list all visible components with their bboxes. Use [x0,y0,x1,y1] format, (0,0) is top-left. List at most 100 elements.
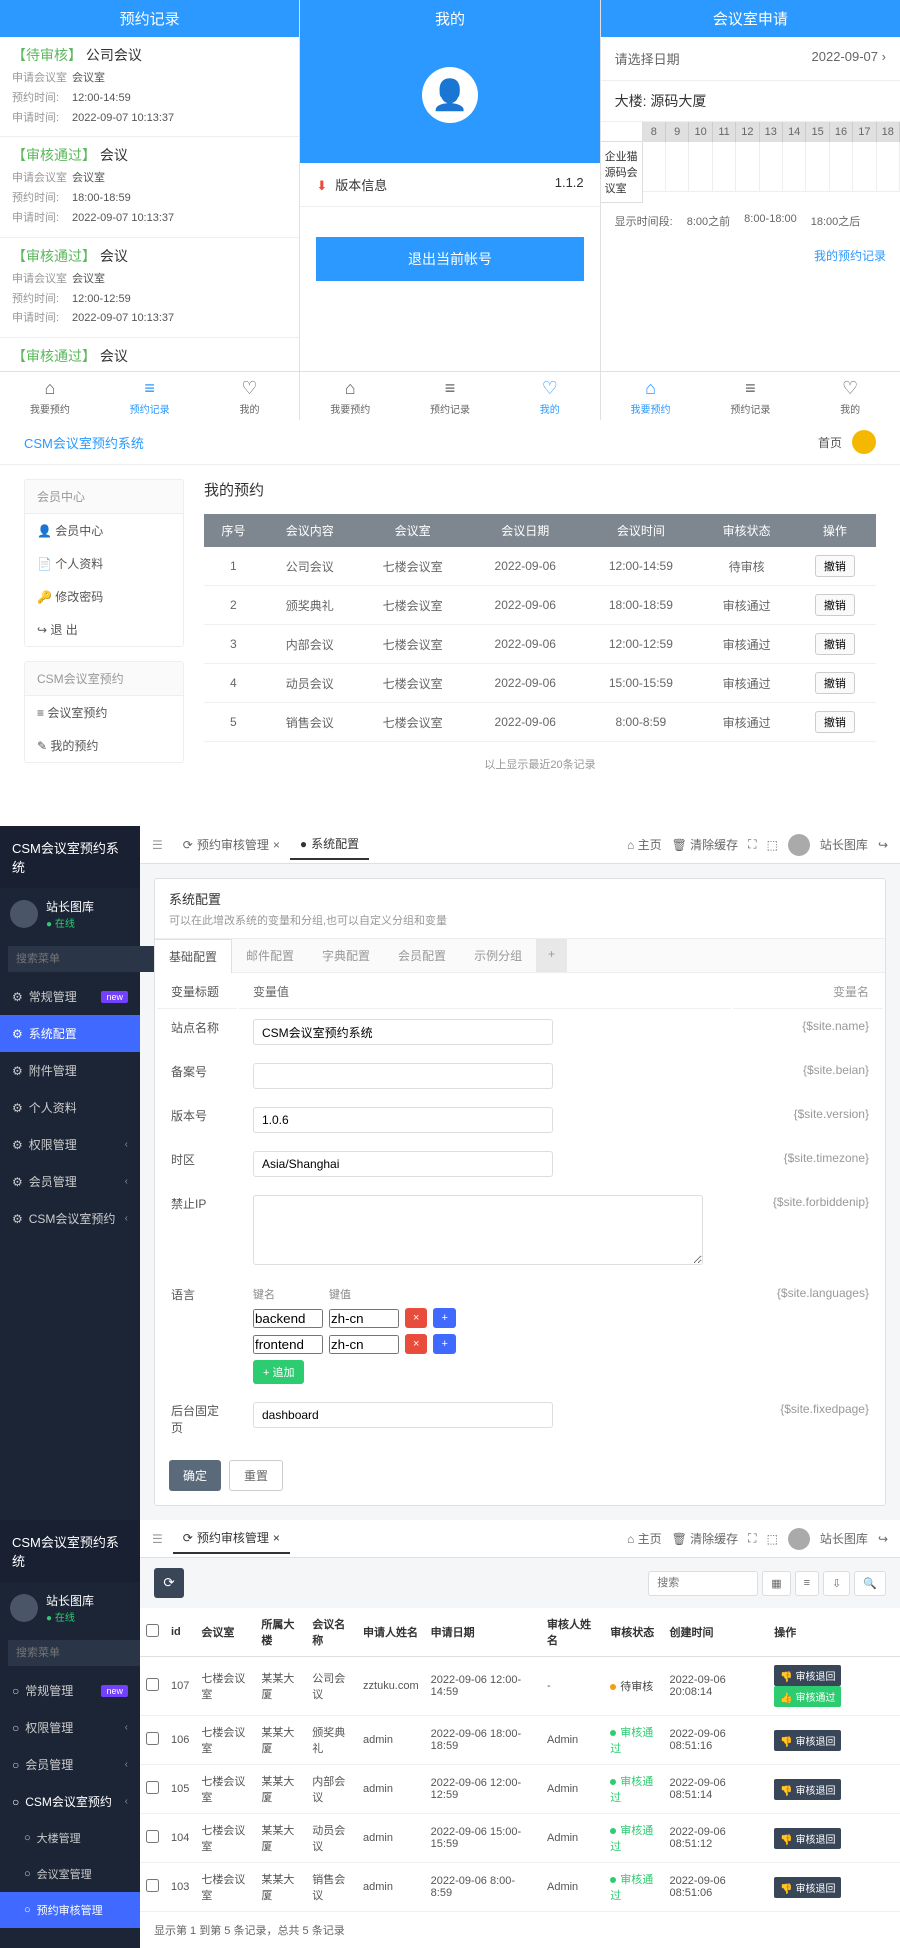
time-slot[interactable] [853,142,876,192]
nav-item[interactable]: ○ 大楼管理 [0,1820,140,1856]
nav-item[interactable]: ⚙ CSM会议室预约‹ [0,1200,140,1237]
sidebar-item[interactable]: 👤 会员中心 [25,514,183,547]
nav-item[interactable]: ≡预约记录 [700,372,800,420]
nav-item[interactable]: ⌂我要预约 [601,372,701,420]
export-button[interactable]: ⇩ [823,1571,850,1596]
nav-item[interactable]: ♡我的 [200,372,300,420]
time-slot[interactable] [877,142,900,192]
revoke-button[interactable]: 撤销 [815,672,855,694]
time-slot[interactable] [666,142,689,192]
config-input[interactable] [253,1402,553,1428]
legend-before[interactable]: 8:00之前 [687,213,730,229]
top-tab[interactable]: ⟳ 预约审核管理 × [173,829,290,860]
search-toggle-button[interactable]: 🔍 [854,1571,886,1596]
my-reservation-link[interactable]: 我的预约记录 [601,239,900,272]
nav-item[interactable]: ⌂我要预约 [0,372,100,420]
close-icon[interactable]: × [273,1531,280,1545]
config-textarea[interactable] [253,1195,703,1265]
config-tab[interactable]: 字典配置 [308,939,384,972]
config-tab[interactable]: 会员配置 [384,939,460,972]
config-tab[interactable]: 基础配置 [155,939,232,973]
user-avatar-icon[interactable] [10,900,38,928]
legend-mid[interactable]: 8:00-18:00 [744,213,797,229]
config-input[interactable] [253,1107,553,1133]
row-checkbox[interactable] [146,1879,159,1892]
nav-item[interactable]: ♡我的 [500,372,600,420]
select-all-checkbox[interactable] [146,1624,159,1637]
reject-button[interactable]: 👎 审核退回 [774,1665,841,1686]
kv-value-input[interactable] [329,1309,399,1328]
time-slot[interactable] [760,142,783,192]
table-search-input[interactable] [648,1571,758,1596]
nav-item[interactable]: ⚙ 系统配置 [0,1015,140,1052]
nav-item[interactable]: ○ 权限管理‹ [0,1709,140,1746]
clear-cache-link[interactable]: 🗑 清除缓存 [672,836,739,853]
nav-item[interactable]: ⚙ 附件管理 [0,1052,140,1089]
reject-button[interactable]: 👎 审核退回 [774,1877,841,1898]
nav-item[interactable]: ○ 会员管理‹ [0,1746,140,1783]
nav-item[interactable]: ⚙ 会员管理‹ [0,1163,140,1200]
home-link[interactable]: 首页 [818,434,842,451]
fullscreen-icon[interactable]: ⬚ [767,1532,778,1546]
expand-icon[interactable]: ⛶ [748,1531,756,1546]
row-checkbox[interactable] [146,1830,159,1843]
time-slot[interactable] [830,142,853,192]
reject-button[interactable]: 👎 审核退回 [774,1730,841,1751]
time-slot[interactable] [806,142,829,192]
row-checkbox[interactable] [146,1781,159,1794]
refresh-button[interactable]: ⟳ [154,1568,184,1598]
clear-cache-link[interactable]: 🗑 清除缓存 [672,1530,739,1547]
row-checkbox[interactable] [146,1732,159,1745]
remove-button[interactable]: × [405,1334,427,1354]
version-info-row[interactable]: ⬇版本信息 1.1.2 [300,163,599,207]
top-tab[interactable]: ● 系统配置 [290,829,369,860]
close-icon[interactable]: × [273,838,280,852]
sidebar-item[interactable]: 🔑 修改密码 [25,580,183,613]
confirm-button[interactable]: 确定 [169,1460,221,1491]
record-card[interactable]: 【审核通过】 会议 申请会议室会议室 预约时间: 申请时间: [0,338,299,371]
user-avatar-icon[interactable] [788,1528,810,1550]
nav-item[interactable]: ⚙ 个人资料 [0,1089,140,1126]
revoke-button[interactable]: 撤销 [815,555,855,577]
sidebar-item[interactable]: ✎ 我的预约 [25,729,183,762]
kv-key-input[interactable] [253,1335,323,1354]
topbar-user[interactable]: 站长图库 [820,836,868,853]
time-slot[interactable] [689,142,712,192]
logout-button[interactable]: 退出当前帐号 [316,237,583,281]
nav-item[interactable]: ○ 常规管理new [0,1672,140,1709]
sidebar-item[interactable]: 📄 个人资料 [25,547,183,580]
topbar-user[interactable]: 站长图库 [820,1530,868,1547]
home-link[interactable]: ⌂ 主页 [627,1530,662,1547]
logout-icon[interactable]: ↪ [878,838,888,852]
system-title[interactable]: CSM会议室预约系统 [24,433,144,452]
revoke-button[interactable]: 撤销 [815,594,855,616]
nav-item[interactable]: ≡预约记录 [400,372,500,420]
record-card[interactable]: 【审核通过】 会议 申请会议室会议室 预约时间:12:00-12:59 申请时间… [0,238,299,338]
reject-button[interactable]: 👎 审核退回 [774,1828,841,1849]
columns-button[interactable]: ▦ [762,1571,790,1596]
nav-item[interactable]: ♡我的 [800,372,900,420]
time-slot[interactable] [713,142,736,192]
nav-item[interactable]: ⚙ 权限管理‹ [0,1126,140,1163]
append-button[interactable]: + 追加 [253,1360,304,1384]
nav-item[interactable]: ○ CSM会议室预约‹ [0,1783,140,1820]
config-tab[interactable]: 示例分组 [460,939,536,972]
config-input[interactable] [253,1019,553,1045]
row-checkbox[interactable] [146,1678,159,1691]
config-input[interactable] [253,1063,553,1089]
config-input[interactable] [253,1151,553,1177]
record-card[interactable]: 【审核通过】 会议 申请会议室会议室 预约时间:18:00-18:59 申请时间… [0,137,299,237]
home-link[interactable]: ⌂ 主页 [627,836,662,853]
nav-item[interactable]: ⚙ 常规管理new [0,978,140,1015]
reject-button[interactable]: 👎 审核退回 [774,1779,841,1800]
time-slot[interactable] [736,142,759,192]
config-tab[interactable]: 邮件配置 [232,939,308,972]
nav-item[interactable]: ≡预约记录 [100,372,200,420]
kv-value-input[interactable] [329,1335,399,1354]
sort-button[interactable]: ≡ [795,1571,819,1596]
kv-key-input[interactable] [253,1309,323,1328]
menu-toggle-icon[interactable]: ☰ [152,1532,163,1546]
nav-item[interactable]: ○ 会议室管理 [0,1856,140,1892]
fullscreen-icon[interactable]: ⬚ [767,838,778,852]
brand-logo-icon[interactable] [852,430,876,454]
